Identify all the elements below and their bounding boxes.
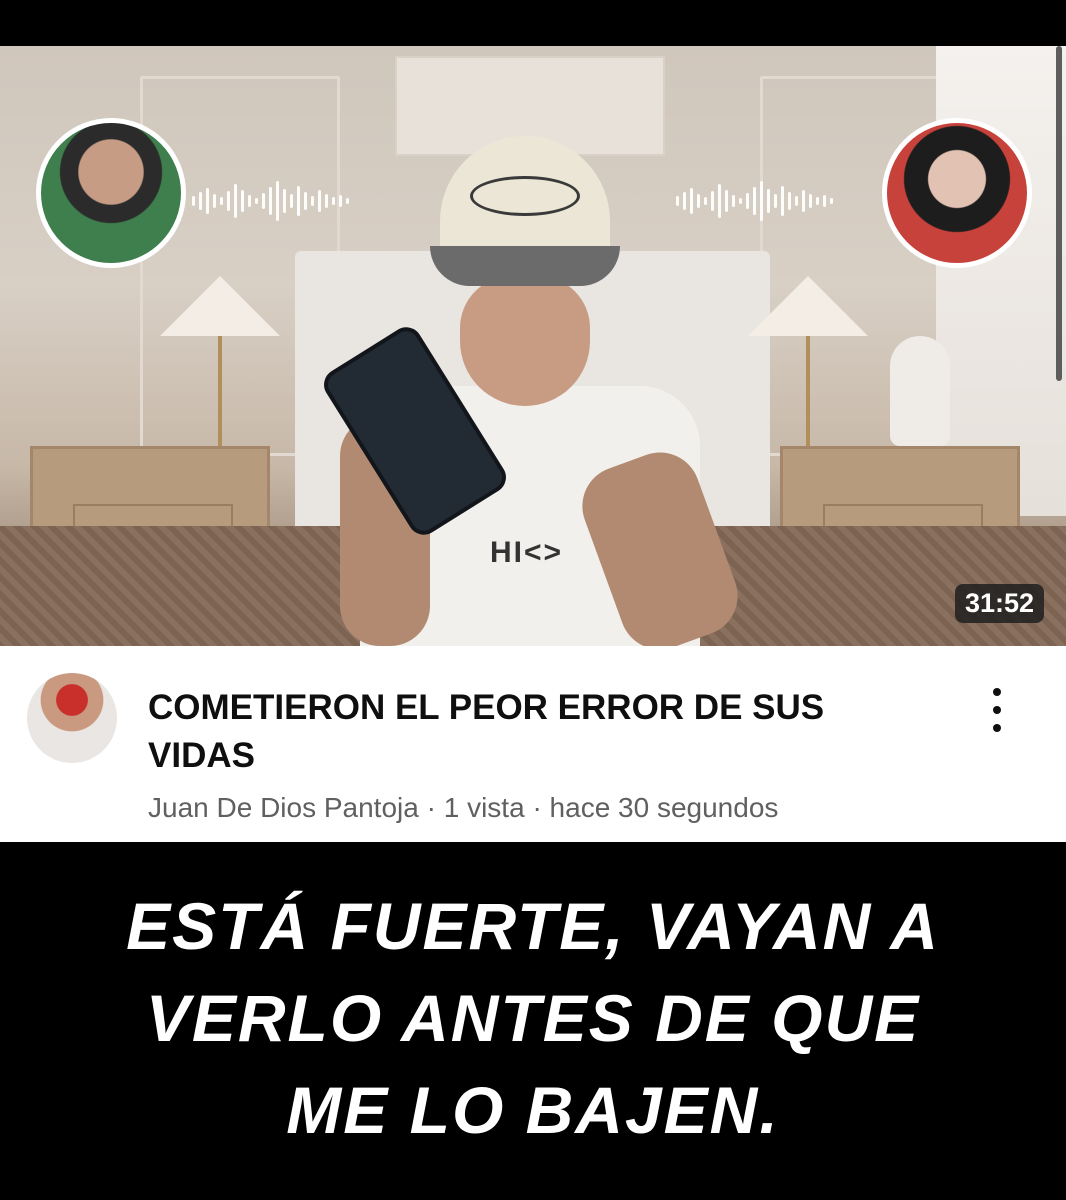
channel-avatar[interactable] [27,673,117,763]
waveform-bar [276,181,279,221]
waveform-bar [802,190,805,212]
waveform-bar [690,188,693,214]
caption-line: ESTÁ FUERTE, VAYAN A [126,889,940,963]
video-thumbnail[interactable]: HI<> 31:52 [0,46,1066,646]
lamp-stem-right [806,336,810,446]
caption-line: ME LO BAJEN. [286,1073,780,1147]
waveform-bar [297,186,300,216]
face [460,276,590,406]
avatar-man [36,118,186,268]
waveform-bar [283,189,286,213]
waveform-bar [269,187,272,215]
waveform-bar [311,196,314,206]
waveform-bar [767,189,770,213]
waveform-bar [346,198,349,204]
duration-badge: 31:52 [954,584,1044,623]
waveform-bar [683,192,686,210]
waveform-bar [732,195,735,207]
waveform-bar [739,198,742,204]
waveform-bar [262,193,265,209]
waveform-bar [795,196,798,206]
waveform-bar [199,192,202,210]
waveform-bar [697,194,700,208]
waveform-bar [234,184,237,218]
channel-name[interactable]: Juan De Dios Pantoja [148,792,419,823]
meta-separator: · [426,792,436,823]
overlay-caption: ESTÁ FUERTE, VAYAN A VERLO ANTES DE QUE … [0,880,1066,1156]
cap-logo [470,176,580,216]
waveform-bar [192,196,195,206]
video-title[interactable]: COMETIERON EL PEOR ERROR DE SUS VIDAS [148,684,908,780]
view-count: 1 vista [443,792,525,823]
waveform-bar [290,194,293,208]
waveform-bar [753,187,756,215]
screenshot-page: HI<> 31:52 COMETIERON EL PEOR ERROR DE S… [0,0,1066,1200]
video-meta: Juan De Dios Pantoja · 1 vista · hace 30… [148,792,778,824]
meta-separator: · [532,792,542,823]
waveform-bar [325,194,328,208]
waveform-bar [725,190,728,212]
audio-waveform-icon [192,176,349,226]
waveform-bar [206,188,209,214]
waveform-bar [332,197,335,205]
waveform-bar [676,196,679,206]
waveform-bar [823,195,826,207]
lamp-stem-left [218,336,222,446]
waveform-bar [318,190,321,212]
lamp-left [160,276,280,336]
waveform-bar [788,192,791,210]
audio-waveform-icon [676,176,833,226]
waveform-bar [248,195,251,207]
caption-line: VERLO ANTES DE QUE [145,981,921,1055]
waveform-bar [255,198,258,204]
video-info: COMETIERON EL PEOR ERROR DE SUS VIDAS Ju… [0,646,1066,842]
waveform-bar [774,194,777,208]
waveform-bar [746,193,749,209]
more-vert-icon[interactable] [985,688,1009,732]
waveform-bar [339,195,342,207]
vase [890,336,950,446]
avatar-woman [882,118,1032,268]
waveform-bar [704,197,707,205]
lamp-right [748,276,868,336]
waveform-bar [718,184,721,218]
cap-brim [430,246,620,286]
scrollbar[interactable] [1056,46,1062,381]
waveform-bar [213,194,216,208]
waveform-bar [760,181,763,221]
shirt-logo: HI<> [490,536,564,569]
waveform-bar [304,192,307,210]
waveform-bar [220,197,223,205]
waveform-bar [816,197,819,205]
waveform-bar [227,191,230,211]
upload-time: hace 30 segundos [549,792,779,823]
waveform-bar [830,198,833,204]
waveform-bar [781,186,784,216]
waveform-bar [711,191,714,211]
waveform-bar [241,190,244,212]
waveform-bar [809,194,812,208]
